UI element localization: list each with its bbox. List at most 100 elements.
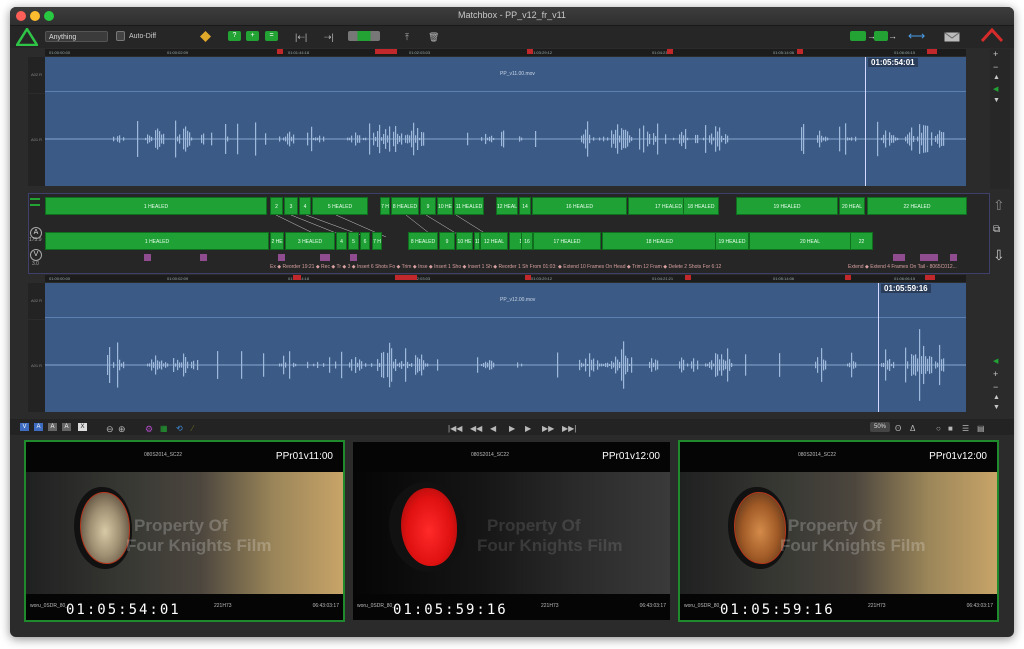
go-to-end-icon[interactable]: ▶▶| — [562, 424, 576, 433]
zoom-in-icon[interactable]: ⊕ — [118, 424, 126, 435]
auto-diff-checkbox[interactable] — [116, 31, 125, 41]
single-view-icon[interactable]: ■ — [948, 424, 953, 433]
edl-clip[interactable]: 16 HEALED — [532, 197, 627, 215]
edl-clip[interactable]: 1 HEALED — [45, 197, 267, 215]
triangle-down-icon[interactable]: ▼ — [993, 404, 1000, 411]
edl-clip[interactable]: 4 HEA — [336, 232, 347, 250]
diamond-icon[interactable] — [200, 31, 211, 42]
zoom-out-icon[interactable]: − — [993, 382, 998, 392]
edl-clip[interactable]: 19 HEALED — [715, 232, 749, 250]
export-right-button-2[interactable] — [874, 31, 888, 41]
zoom-in-icon[interactable]: + — [993, 369, 998, 379]
match-blocks-button[interactable] — [348, 31, 380, 41]
settings-icon[interactable]: ⚙ — [145, 424, 153, 435]
edl-clip[interactable]: 18 HEALED — [602, 232, 717, 250]
edl-clip[interactable]: 5 HEA — [348, 232, 359, 250]
rewind-icon[interactable]: ◀◀ — [470, 424, 482, 433]
bottom-playhead[interactable] — [878, 283, 879, 412]
zoom-level-select[interactable]: 50% — [870, 422, 890, 432]
top-waveform-track[interactable]: PP_v11.00.mov — [45, 57, 966, 186]
edl-clip[interactable]: 3 HEAL — [284, 197, 298, 215]
fast-forward-icon[interactable]: ▶▶ — [542, 424, 554, 433]
edl-clip[interactable]: 19 HEALED — [736, 197, 838, 215]
edl-clip[interactable]: 22 HEALED — [867, 197, 967, 215]
edl-clip[interactable]: 9 HEALED — [439, 232, 455, 250]
bottom-ruler[interactable]: 01:00:00:00 01:00:02:09 01:01:44:18 01:0… — [45, 275, 966, 282]
edl-clip[interactable]: 5 HEALED — [312, 197, 368, 215]
zoom-out-icon[interactable]: − — [993, 62, 998, 72]
audio-toggle-2[interactable]: A — [48, 423, 57, 431]
zoom-in-icon[interactable]: + — [993, 49, 998, 59]
sync-icon[interactable]: ʘ — [895, 424, 901, 433]
trash-icon[interactable]: 🗑 — [428, 32, 439, 42]
loop-icon[interactable]: ⟲ — [176, 424, 183, 433]
close-view-toggle[interactable]: X — [78, 423, 87, 431]
export-right-button[interactable] — [850, 31, 866, 41]
video-toggle[interactable]: V — [20, 423, 29, 431]
mail-icon[interactable] — [944, 32, 960, 42]
circle-icon[interactable]: ○ — [936, 424, 941, 433]
triangle-up-icon[interactable]: ▲ — [993, 74, 1000, 81]
scroll-up-icon[interactable]: ⇧ — [993, 197, 1005, 214]
equal-icon[interactable] — [30, 198, 40, 206]
question-button[interactable]: ? — [228, 31, 241, 41]
edl-clip[interactable]: 20 HEAL — [839, 197, 865, 215]
step-back-icon[interactable]: ◀ — [490, 424, 496, 433]
red-chevron-icon[interactable] — [980, 27, 1004, 43]
edl-clip[interactable]: 10 HE — [456, 232, 473, 250]
edl-clip[interactable]: 11 HEALED — [454, 197, 484, 215]
edl-clip[interactable]: 7 H — [372, 232, 382, 250]
step-forward-icon[interactable]: ▶ — [525, 424, 531, 433]
top-ruler[interactable]: 01:00:00:00 01:00:02:09 01:01:44:18 01:0… — [45, 49, 966, 56]
arrow-left-right-icon[interactable]: ⟷ — [908, 30, 925, 42]
align-right-icon[interactable]: ⇢| — [324, 32, 334, 42]
audio-toggle-1[interactable]: A — [34, 423, 43, 431]
edl-clip[interactable]: 6 HEA — [360, 232, 370, 250]
edl-clip[interactable]: 12 HEAL — [480, 232, 508, 250]
edl-clip[interactable]: 18 HEALED — [683, 197, 719, 215]
edl-clip[interactable]: 10 HE — [437, 197, 453, 215]
edl-clip[interactable]: 3 HEALED — [285, 232, 335, 250]
edl-clip[interactable]: 2 HE — [270, 197, 283, 215]
grid-view-icon[interactable]: ▤ — [977, 424, 985, 433]
top-playhead[interactable] — [865, 57, 866, 186]
play-icon[interactable]: ▶ — [509, 424, 515, 433]
edl-clip[interactable]: 14 — [519, 197, 531, 215]
edl-clip[interactable]: 22 HEALED — [850, 232, 873, 250]
edl-clip[interactable]: 16 HEALED — [521, 232, 533, 250]
viewer-1[interactable]: Property Of Four Knights Film 080S2014_S… — [24, 440, 345, 622]
bottom-waveform-track[interactable]: PP_v12.00.mov — [45, 283, 966, 412]
list-view-icon[interactable]: ☰ — [962, 424, 969, 433]
edl-clip[interactable]: 12 HEAL — [496, 197, 518, 215]
viewer-3[interactable]: Property Of Four Knights Film 080S2014_S… — [678, 440, 999, 622]
triangle-down-icon[interactable]: ▼ — [993, 97, 1000, 104]
equals-button[interactable]: = — [265, 31, 278, 41]
add-button[interactable]: + — [246, 31, 259, 41]
split-view-icon[interactable]: ⧉ — [993, 224, 1000, 235]
edl-clip[interactable]: 9 HEAL — [420, 197, 436, 215]
edl-clip[interactable]: 2 HE — [270, 232, 284, 250]
wand-icon[interactable]: ⁄ — [192, 424, 193, 433]
edl-clip[interactable]: 8 HEALED — [408, 232, 438, 250]
v-toggle-icon[interactable]: V — [30, 249, 42, 261]
edl-clip[interactable]: 4 HEA — [299, 197, 311, 215]
grid-icon[interactable]: ▦ — [160, 424, 168, 433]
green-marker-icon[interactable]: ◀ — [993, 357, 998, 365]
go-to-start-icon[interactable]: |◀◀ — [448, 424, 462, 433]
edl-clip[interactable]: 8 HEALED — [391, 197, 419, 215]
audio-toggle-3[interactable]: A — [62, 423, 71, 431]
upload-icon[interactable]: ⤒ — [405, 32, 409, 42]
edl-clip[interactable]: 7 H — [380, 197, 390, 215]
delta-icon[interactable]: Δ — [910, 424, 915, 433]
edl-clip[interactable]: 1 HEALED — [45, 232, 269, 250]
align-left-icon[interactable]: |⇠| — [295, 32, 307, 42]
app-logo-icon[interactable] — [16, 28, 38, 46]
zoom-out-icon[interactable]: ⊖ — [106, 424, 114, 435]
viewer-2-diff[interactable]: Property Of Four Knights Film 080S2014_S… — [351, 440, 672, 622]
edl-clip[interactable]: 17 HEALED — [533, 232, 601, 250]
green-marker-icon[interactable]: ◀ — [993, 85, 998, 93]
scroll-down-icon[interactable]: ⇩ — [993, 247, 1005, 264]
filter-dropdown[interactable]: Anything — [45, 31, 108, 42]
triangle-up-icon[interactable]: ▲ — [993, 394, 1000, 401]
arrow-right-icon-2[interactable]: → — [888, 31, 897, 41]
